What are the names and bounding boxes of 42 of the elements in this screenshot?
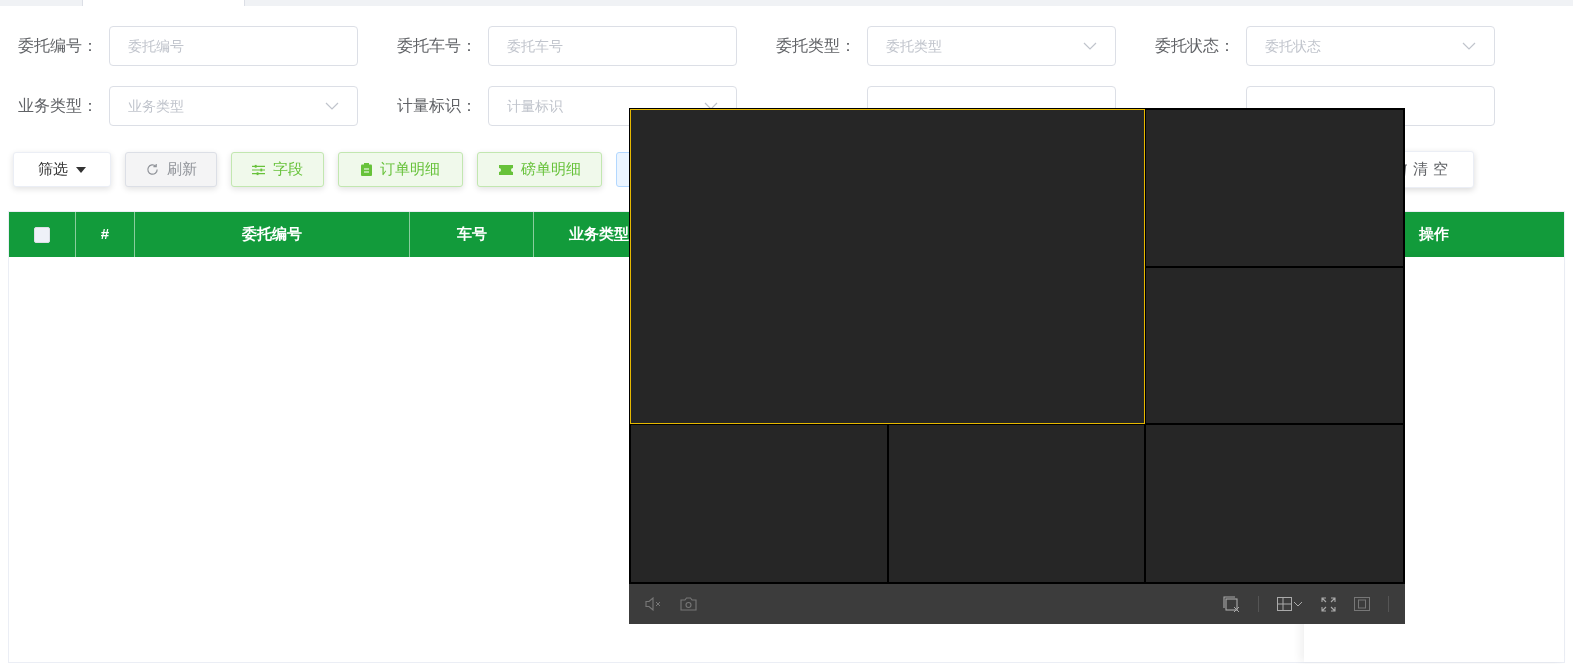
chevron-down-icon (1083, 42, 1097, 50)
clipboard-icon (361, 163, 372, 176)
toolbar-button[interactable]: 字段 (231, 152, 324, 187)
ticket-icon (498, 164, 513, 175)
video-cell[interactable] (888, 424, 1145, 583)
caret-down-icon (76, 166, 86, 173)
chevron-down-icon (325, 102, 339, 110)
toolbar-button[interactable]: 磅单明细 (477, 152, 602, 187)
close-windows-icon[interactable] (1223, 596, 1240, 612)
video-cell[interactable] (1145, 267, 1404, 424)
field-label: 业务类型： (18, 97, 98, 114)
fit-window-icon[interactable] (1354, 597, 1370, 611)
video-cell[interactable] (1145, 424, 1404, 583)
toolbar-button[interactable]: 刷新 (125, 152, 217, 187)
sliders-icon (252, 163, 265, 176)
chevron-down-icon (1462, 42, 1476, 50)
column-header: 车号 (456, 224, 487, 245)
video-cell[interactable] (630, 424, 888, 583)
select-field[interactable]: 委托状态 (1246, 26, 1495, 66)
camera-icon[interactable] (680, 597, 697, 611)
video-cell[interactable] (630, 109, 1145, 424)
field-label: 委托类型： (776, 37, 856, 54)
filter-dropdown-button[interactable]: 筛选 (13, 152, 111, 187)
select-field[interactable]: 委托类型 (867, 26, 1116, 66)
layout-grid-icon[interactable] (1277, 597, 1303, 611)
column-header: 业务类型 (568, 224, 629, 245)
field-label: 委托编号： (18, 37, 98, 54)
field-label: 委托状态： (1155, 37, 1235, 54)
select-all-checkbox[interactable] (34, 226, 50, 243)
select-field[interactable]: 业务类型 (109, 86, 358, 126)
column-header: 委托编号 (242, 224, 302, 245)
refresh-icon (145, 163, 159, 176)
mute-icon[interactable] (645, 597, 662, 611)
video-cell[interactable] (1145, 109, 1404, 267)
text-input[interactable]: 委托车号 (488, 26, 737, 66)
field-label: 委托车号： (397, 37, 477, 54)
text-input[interactable]: 委托编号 (109, 26, 358, 66)
field-label: 计量标识： (397, 97, 477, 114)
toolbar-button[interactable]: 订单明细 (338, 152, 463, 187)
column-header: # (100, 224, 110, 245)
column-header: 操作 (1419, 224, 1449, 245)
fullscreen-icon[interactable] (1321, 596, 1336, 612)
